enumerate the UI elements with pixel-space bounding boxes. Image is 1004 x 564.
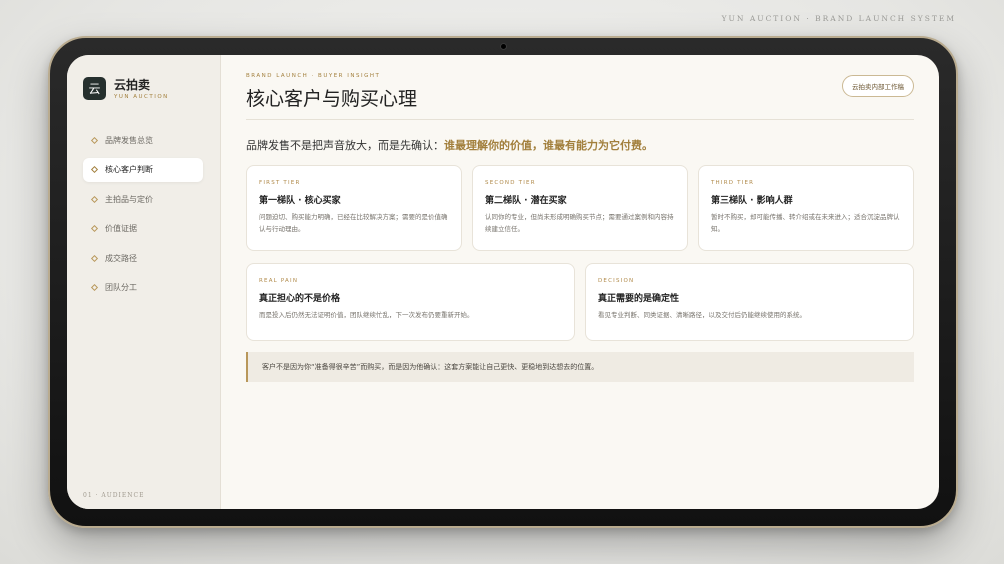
tier-card-first: FIRST TIER 第一梯队 · 核心买家 问题迫切、购买能力明确，已经在比较… xyxy=(246,165,462,251)
insight-tag: REAL PAIN xyxy=(259,278,299,284)
sidebar-item-deal-path[interactable]: 成交路径 xyxy=(83,246,203,270)
sidebar-nav: 品牌发售总览 核心客户判断 主拍品与定价 价值证据 成交路径 团队分工 xyxy=(83,128,203,300)
sidebar-item-team[interactable]: 团队分工 xyxy=(83,276,203,300)
tier-cards: FIRST TIER 第一梯队 · 核心买家 问题迫切、购买能力明确，已经在比较… xyxy=(246,165,914,251)
tier-tag: SECOND TIER xyxy=(485,180,536,186)
diamond-icon xyxy=(90,136,99,144)
main-content: BRAND LAUNCH · BUYER INSIGHT 核心客户与购买心理 云… xyxy=(221,55,939,509)
sidebar-item-label: 团队分工 xyxy=(105,283,137,292)
lead-statement: 品牌发售不是把声音放大，而是先确认：谁最理解你的价值，谁最有能力为它付费。 xyxy=(246,137,914,153)
insight-tag: DECISION xyxy=(598,278,635,284)
diamond-icon xyxy=(90,224,99,233)
diamond-icon xyxy=(90,195,99,203)
tier-card-third: THIRD TIER 第三梯队 · 影响人群 暂时不购买，却可能传播、转介绍或在… xyxy=(698,165,914,251)
tier-desc: 问题迫切、购买能力明确，已经在比较解决方案；需要的是价值确认与行动理由。 xyxy=(259,213,448,233)
sidebar-item-label: 核心客户判断 xyxy=(105,165,153,174)
page-header: BRAND LAUNCH · BUYER INSIGHT 核心客户与购买心理 云… xyxy=(246,73,914,120)
tier-tag: THIRD TIER xyxy=(711,180,755,186)
diamond-icon xyxy=(90,165,99,174)
key-insight-note: 客户不是因为你“准备得很辛苦”而购买，而是因为他确认：这套方案能让自己更快、更稳… xyxy=(246,352,914,382)
section-footer: 01 · AUDIENCE xyxy=(83,492,145,499)
sidebar-item-evidence[interactable]: 价值证据 xyxy=(83,217,203,241)
sidebar-item-core-customer[interactable]: 核心客户判断 xyxy=(83,157,203,182)
brand[interactable]: 云 云拍卖 YUN AUCTION xyxy=(83,77,202,100)
insight-card-real-pain: REAL PAIN 真正担心的不是价格 而是投入后仍然无法证明价值，团队继续忙乱… xyxy=(246,263,575,341)
insight-desc: 而是投入后仍然无法证明价值，团队继续忙乱，下一次发布仍要重新开始。 xyxy=(259,311,474,319)
page-title: 核心客户与购买心理 xyxy=(246,88,418,110)
brand-subtitle: YUN AUCTION xyxy=(114,93,169,100)
cloud-logo-icon: 云 xyxy=(83,77,106,100)
camera-dot xyxy=(499,43,507,50)
sidebar: 云 云拍卖 YUN AUCTION 品牌发售总览 核心客户判断 主拍品与定价 价… xyxy=(67,55,221,509)
insight-title: 真正需要的是确定性 xyxy=(598,294,680,304)
tier-title: 第三梯队 · 影响人群 xyxy=(711,196,793,206)
sidebar-item-label: 品牌发售总览 xyxy=(105,135,153,145)
page-eyebrow: BRAND LAUNCH · BUYER INSIGHT xyxy=(246,73,381,79)
sidebar-item-label: 主拍品与定价 xyxy=(105,194,153,204)
sidebar-item-label: 价值证据 xyxy=(105,224,137,233)
lead-prefix: 品牌发售不是把声音放大，而是先确认： xyxy=(246,139,444,152)
internal-draft-badge[interactable]: 云拍卖内部工作稿 xyxy=(842,75,914,97)
tier-desc: 认同你的专业，但尚未形成明确购买节点；需要通过案例和内容持续建立信任。 xyxy=(485,213,674,233)
tier-title: 第二梯队 · 潜在买家 xyxy=(485,196,567,206)
diamond-icon xyxy=(90,254,99,262)
sidebar-item-label: 成交路径 xyxy=(105,253,137,263)
insight-card-decision: DECISION 真正需要的是确定性 看见专业判断、同类证据、清晰路径，以及交付… xyxy=(585,263,914,341)
tier-tag: FIRST TIER xyxy=(259,180,301,186)
tier-title: 第一梯队 · 核心买家 xyxy=(259,196,341,206)
lead-highlight: 谁最理解你的价值，谁最有能力为它付费。 xyxy=(444,139,653,152)
tier-desc: 暂时不购买，却可能传播、转介绍或在未来进入；适合沉淀品牌认知。 xyxy=(711,213,900,233)
app-screen: 云 云拍卖 YUN AUCTION 品牌发售总览 核心客户判断 主拍品与定价 价… xyxy=(67,55,939,509)
sidebar-item-overview[interactable]: 品牌发售总览 xyxy=(83,128,203,152)
diamond-icon xyxy=(90,283,99,292)
brand-name: 云拍卖 xyxy=(114,77,151,92)
tier-card-second: SECOND TIER 第二梯队 · 潜在买家 认同你的专业，但尚未形成明确购买… xyxy=(472,165,688,251)
sidebar-item-pricing[interactable]: 主拍品与定价 xyxy=(83,187,203,211)
system-caption: YUN AUCTION · BRAND LAUNCH SYSTEM xyxy=(721,14,956,23)
insight-cards: REAL PAIN 真正担心的不是价格 而是投入后仍然无法证明价值，团队继续忙乱… xyxy=(246,263,914,341)
insight-desc: 看见专业判断、同类证据、清晰路径，以及交付后仍能继续使用的系统。 xyxy=(598,311,806,319)
tablet-frame: 云 云拍卖 YUN AUCTION 品牌发售总览 核心客户判断 主拍品与定价 价… xyxy=(48,36,958,528)
insight-title: 真正担心的不是价格 xyxy=(259,294,341,304)
